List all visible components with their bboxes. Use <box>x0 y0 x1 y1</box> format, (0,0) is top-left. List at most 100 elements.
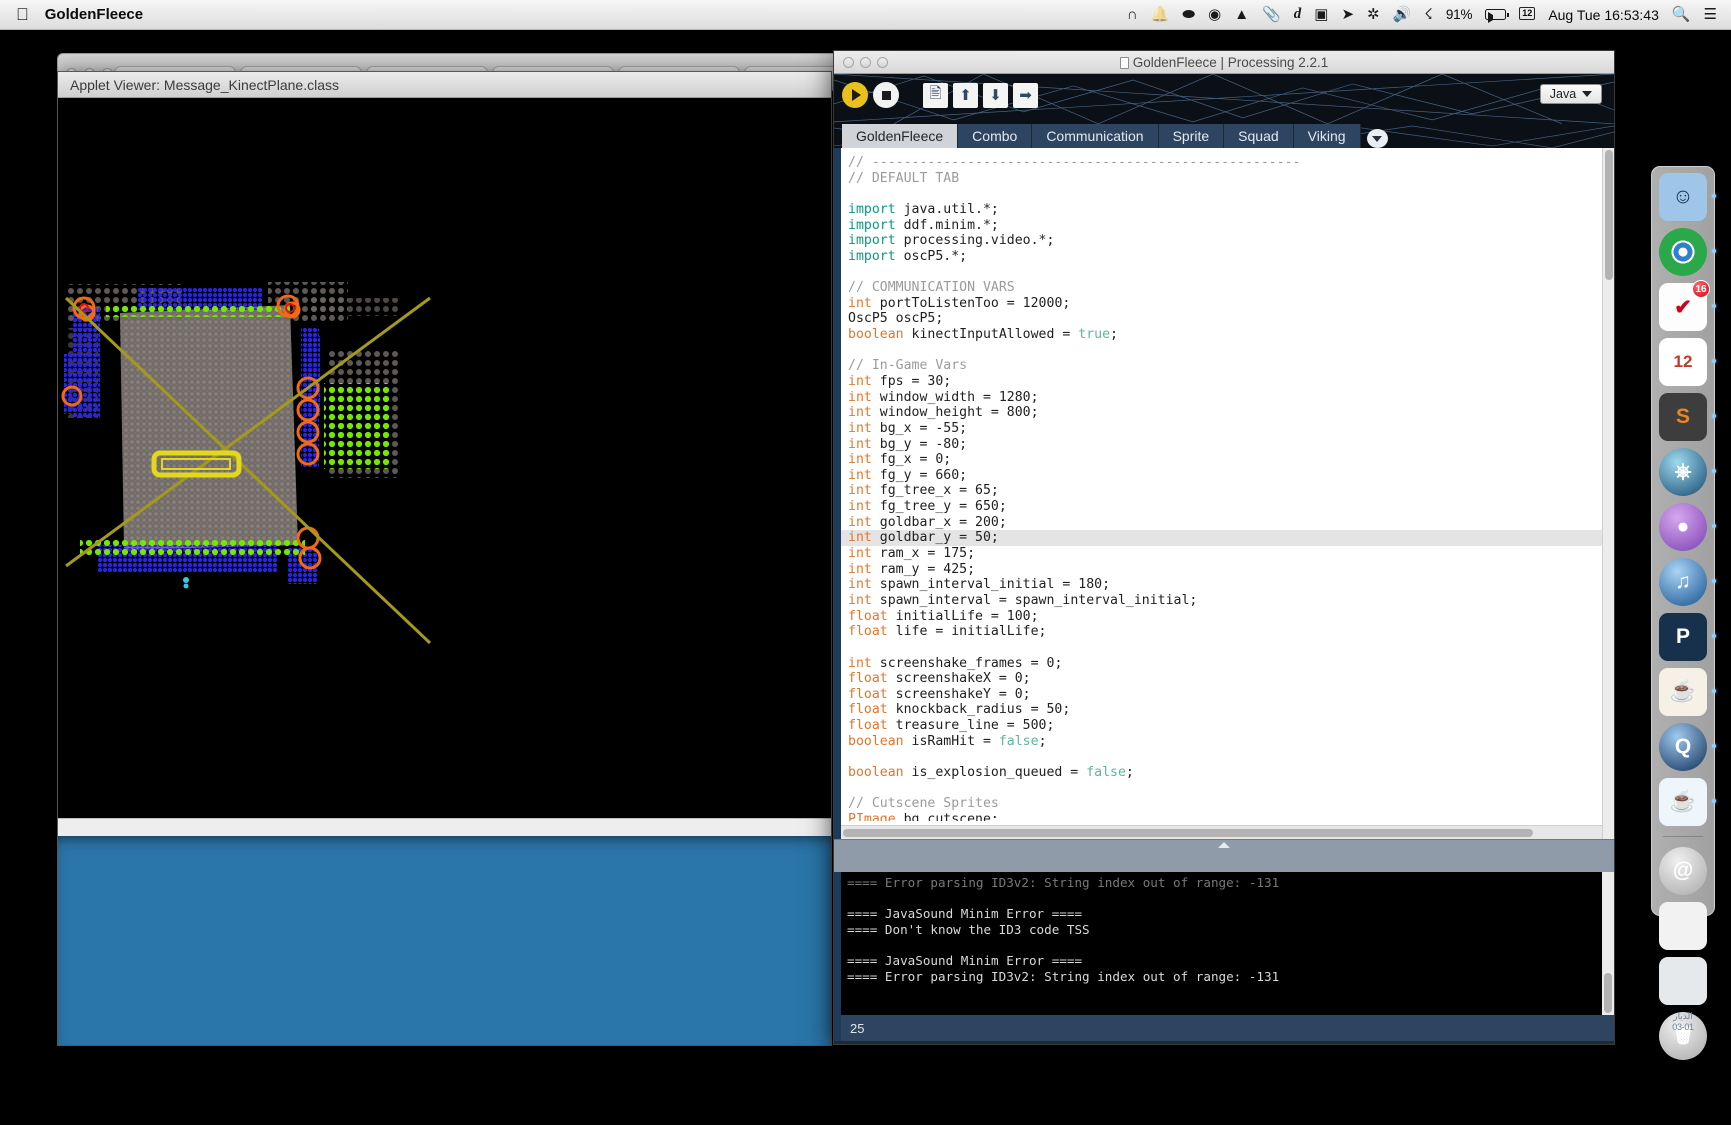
console-line: ==== JavaSound Minim Error ==== <box>847 952 1083 968</box>
dash-d-icon[interactable]: d <box>1294 7 1302 22</box>
processing-zoom-button[interactable] <box>877 56 888 68</box>
dock-running-indicator <box>1712 414 1716 418</box>
calendar-glyph: 12 <box>1673 352 1693 371</box>
scrollbar-thumb[interactable] <box>843 829 1533 837</box>
sketch-tab-combo[interactable]: Combo <box>958 124 1033 148</box>
tab-label: Communication <box>1046 128 1144 144</box>
notes-icon[interactable]: ☕ <box>1659 668 1716 716</box>
chrome-glyph: ● <box>1676 240 1690 263</box>
things-icon[interactable]: ✔ 16 <box>1659 280 1716 331</box>
sketch-tab-communication[interactable]: Communication <box>1032 124 1159 148</box>
finder-icon[interactable]: ☺ <box>1659 173 1716 221</box>
apple-logo-icon[interactable]:  <box>16 6 29 23</box>
processing-close-button[interactable] <box>843 56 854 68</box>
processing-toolbar-buttons[interactable]: 🖹 ⬆ ⬇ ➡ <box>842 82 1038 108</box>
sketch-tab-viking[interactable]: Viking <box>1293 124 1361 148</box>
battery-icon[interactable] <box>1485 9 1510 23</box>
document-stack-icon[interactable] <box>1659 902 1707 950</box>
run-button[interactable] <box>842 82 868 108</box>
editor-horizontal-scrollbar[interactable] <box>841 825 1602 839</box>
pages-glyph: P <box>1675 625 1690 648</box>
volume-icon[interactable]: 🔊 <box>1393 7 1412 22</box>
chevron-down-icon <box>1582 91 1593 97</box>
dock-running-indicator <box>1712 524 1716 528</box>
google-drive-icon[interactable]: ▲ <box>1234 7 1249 22</box>
arch-icon[interactable]: ∩ <box>1127 7 1138 22</box>
java-icon[interactable]: ☕ <box>1659 778 1716 826</box>
fastforward-icon[interactable]: ➤ <box>1341 7 1354 22</box>
calendar-icon[interactable]: 12 <box>1659 338 1716 386</box>
code-line: int fg_tree_y = 650; <box>848 499 1007 515</box>
wifi-icon[interactable]: ☇ <box>1424 7 1433 22</box>
document-icon <box>1119 56 1129 69</box>
battery-percent-label[interactable]: 91% <box>1446 7 1473 22</box>
processing-titlebar[interactable]: GoldenFleece | Processing 2.2.1 <box>834 51 1614 74</box>
disk-icon[interactable]: ● <box>1659 503 1716 551</box>
sketch-tab-sprite[interactable]: Sprite <box>1158 124 1225 148</box>
open-button[interactable]: ⬆ <box>953 82 978 108</box>
kinect-point-cloud-canvas[interactable] <box>58 98 831 818</box>
stop-button[interactable] <box>873 82 899 108</box>
sketch-tab-goldenfleece[interactable]: GoldenFleece <box>842 124 959 148</box>
processing-window-controls[interactable] <box>843 56 888 68</box>
downloads-stack-icon[interactable] <box>1659 957 1707 1005</box>
console-output[interactable]: ==== Error parsing ID3v2: String index o… <box>834 872 1614 1015</box>
dock-running-indicator <box>1712 689 1716 693</box>
scrollbar-thumb[interactable] <box>1605 150 1613 280</box>
play-icon <box>852 89 861 101</box>
code-line: // -------------------------------------… <box>848 155 1301 170</box>
menubar-clock[interactable]: Aug Tue 16:53:43 <box>1548 7 1659 23</box>
console-scrollbar[interactable] <box>1602 872 1614 1015</box>
notification-center-icon[interactable]: ☰ <box>1704 7 1717 22</box>
sketch-tab-squad[interactable]: Squad <box>1224 124 1294 148</box>
macos-menubar:  GoldenFleece ∩ 🔔 ⬬ ◉ ▲ 📎 d ▣ ➤ ✲ 🔊 ☇ 9… <box>0 0 1731 30</box>
code-line: // COMMUNICATION VARS <box>848 280 1015 296</box>
divvy-icon[interactable]: ▣ <box>1314 7 1328 22</box>
search-icon[interactable]: 🔍 <box>1672 7 1691 22</box>
processing-ide-window[interactable]: GoldenFleece | Processing 2.2.1 🖹 ⬆ ⬇ ➡ … <box>833 50 1615 1045</box>
pages-icon[interactable]: P <box>1659 613 1716 661</box>
sublime-text-icon[interactable]: S <box>1659 393 1716 441</box>
code-line: int ram_x = 175; <box>848 546 976 562</box>
code-line: int bg_y = -80; <box>848 436 968 452</box>
applet-window-titlebar[interactable]: Applet Viewer: Message_KinectPlane.class <box>58 72 831 98</box>
bluetooth-icon[interactable]: ✲ <box>1367 7 1380 22</box>
menubar-app-name[interactable]: GoldenFleece <box>45 6 143 23</box>
new-button[interactable]: 🖹 <box>923 82 948 108</box>
paperclip-icon[interactable]: 📎 <box>1262 7 1281 22</box>
macos-dock[interactable]: ☺ ● ✔ 16 12 S ⎈ ● ♫ P ☕ Q ☕ @ 🗑 <box>1651 166 1716 1060</box>
code-line: int fg_tree_x = 65; <box>848 483 999 499</box>
editor-console-splitter[interactable] <box>834 839 1614 872</box>
chrome-icon[interactable]: ● <box>1659 228 1716 276</box>
itunes-icon[interactable]: ♫ <box>1659 558 1716 606</box>
arduino-icon[interactable]: ⎈ <box>1659 448 1716 496</box>
bell-icon[interactable]: 🔔 <box>1151 7 1170 22</box>
dock-running-indicator <box>1712 194 1716 198</box>
wallpaper-text: الديار 03-01 <box>1651 1011 1715 1033</box>
record-icon[interactable]: ◉ <box>1208 7 1221 22</box>
editor-vertical-scrollbar[interactable] <box>1602 148 1614 839</box>
code-editor[interactable]: // -------------------------------------… <box>834 148 1614 839</box>
code-text-area[interactable]: // -------------------------------------… <box>841 148 1602 821</box>
balloon-icon[interactable]: ⬬ <box>1182 7 1195 22</box>
save-button[interactable]: ⬇ <box>983 82 1008 108</box>
processing-toolbar: 🖹 ⬆ ⬇ ➡ Java <box>834 74 1614 124</box>
applet-viewer-window[interactable]: Applet Viewer: Message_KinectPlane.class <box>57 71 832 1046</box>
tab-label: Viking <box>1307 128 1346 144</box>
point-cloud-render <box>58 98 831 818</box>
email-stack-icon[interactable]: @ <box>1659 847 1707 895</box>
mode-selector[interactable]: Java <box>1540 84 1602 104</box>
quicktime-icon[interactable]: Q <box>1659 723 1716 771</box>
processing-sketch-tabs[interactable]: GoldenFleece Combo Communication Sprite … <box>834 124 1614 148</box>
console-line: ==== Don't know the ID3 code TSS <box>847 921 1090 937</box>
calendar-menu-icon[interactable]: 12 <box>1519 7 1536 20</box>
scrollbar-thumb[interactable] <box>1604 973 1612 1013</box>
tab-menu-button[interactable] <box>1366 129 1388 148</box>
processing-status-bar: 25 <box>834 1015 1614 1041</box>
export-button[interactable]: ➡ <box>1013 82 1038 108</box>
processing-minimize-button[interactable] <box>860 56 871 68</box>
code-line: int window_height = 800; <box>848 405 1039 421</box>
